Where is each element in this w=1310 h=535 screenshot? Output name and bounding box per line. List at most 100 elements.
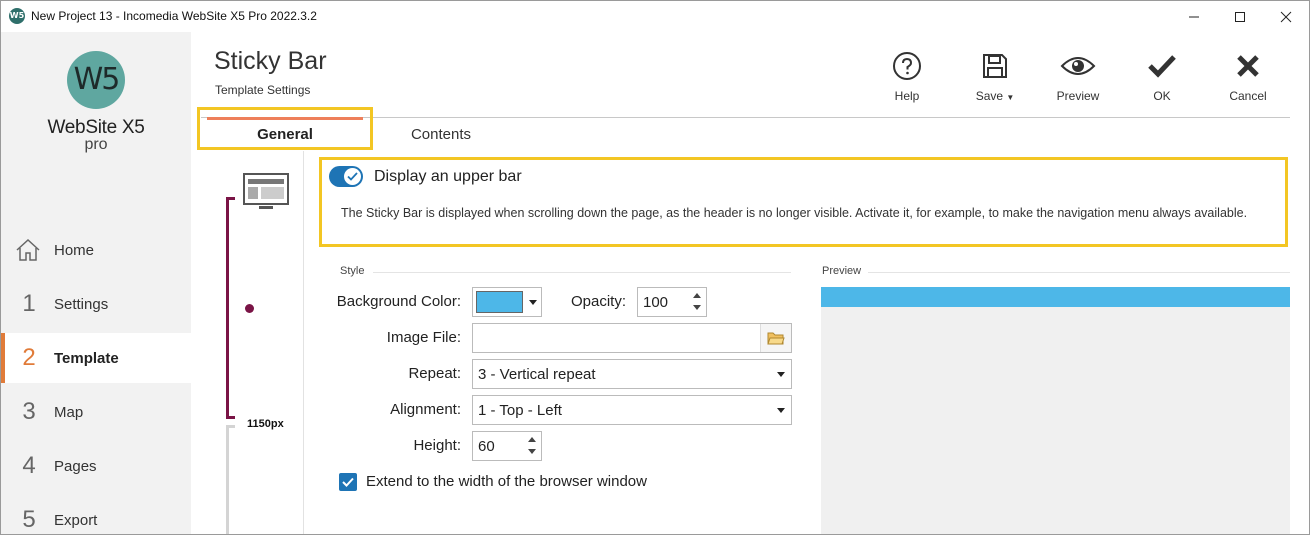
sidebar-item-label: Settings xyxy=(54,295,109,313)
sticky-bar-description: The Sticky Bar is displayed when scrolli… xyxy=(341,206,1248,220)
alignment-value: 1 - Top - Left xyxy=(478,402,562,419)
bracket-top xyxy=(226,197,235,200)
toggle-knob xyxy=(344,168,361,185)
sidebar-item-map[interactable]: 3 Map xyxy=(1,387,191,437)
grey-line xyxy=(226,425,229,534)
logo-sub: pro xyxy=(84,136,108,153)
checkmark-icon xyxy=(1148,55,1176,78)
chevron-down-icon xyxy=(529,300,537,305)
repeat-select[interactable]: 3 - Vertical repeat xyxy=(472,359,792,389)
save-button[interactable]: Save ▼ xyxy=(959,49,1031,109)
height-label: Height: xyxy=(413,437,461,454)
chevron-down-icon xyxy=(777,408,785,413)
website-x5-logo: W5 xyxy=(67,51,125,109)
home-icon xyxy=(16,238,40,261)
height-value: 60 xyxy=(478,438,495,455)
check-icon xyxy=(342,477,354,487)
height-spinner[interactable]: 60 xyxy=(472,431,542,461)
ok-label: OK xyxy=(1153,89,1171,103)
grey-line-top xyxy=(226,425,235,428)
sidebar-item-label: Home xyxy=(54,241,95,259)
sidebar-item-number: 5 xyxy=(22,506,36,533)
page-title: Sticky Bar xyxy=(214,47,327,75)
browse-file-button[interactable] xyxy=(760,324,791,352)
preview-area xyxy=(821,287,1290,534)
extend-width-checkbox[interactable] xyxy=(339,473,357,491)
repeat-value: 3 - Vertical repeat xyxy=(478,366,596,383)
save-label: Save ▼ xyxy=(975,89,1015,103)
ok-button[interactable]: OK xyxy=(1126,49,1198,109)
repeat-label: Repeat: xyxy=(408,365,461,382)
sidebar-item-number: 2 xyxy=(22,344,36,371)
close-icon xyxy=(1280,11,1292,22)
toggle-label: Display an upper bar xyxy=(374,168,522,185)
style-section-label: Style xyxy=(340,265,365,277)
chevron-down-icon xyxy=(777,372,785,377)
width-label: 1150px xyxy=(247,418,284,430)
help-button[interactable]: Help xyxy=(871,49,943,109)
arrow-up-icon xyxy=(528,437,536,442)
chevron-down-icon: ▼ xyxy=(1006,93,1015,102)
sidebar: W5 WebSite X5 pro Home 1 Settings 2 Temp… xyxy=(1,32,191,534)
app-logo-icon: W5 xyxy=(9,8,25,24)
page-subtitle: Template Settings xyxy=(215,83,311,97)
x-icon xyxy=(1237,55,1259,77)
spinner-arrows[interactable] xyxy=(525,434,539,458)
cancel-label: Cancel xyxy=(1229,89,1267,103)
title-bar: W5 New Project 13 - Incomedia WebSite X5… xyxy=(1,1,1309,32)
cancel-button[interactable]: Cancel xyxy=(1212,49,1284,109)
help-icon xyxy=(893,52,921,80)
alignment-label: Alignment: xyxy=(390,401,461,418)
color-swatch xyxy=(476,291,523,313)
background-color-picker[interactable] xyxy=(472,287,542,317)
folder-icon xyxy=(767,332,785,345)
preview-section-divider xyxy=(868,272,1290,273)
maximize-icon xyxy=(1235,11,1245,22)
sidebar-item-label: Pages xyxy=(54,457,97,475)
preview-section-label: Preview xyxy=(822,265,862,277)
arrow-down-icon xyxy=(693,305,701,310)
arrow-down-icon xyxy=(528,449,536,454)
sidebar-item-label: Template xyxy=(54,349,119,367)
bracket-line xyxy=(226,197,229,419)
sidebar-item-export[interactable]: 5 Export xyxy=(1,495,191,534)
spinner-arrows[interactable] xyxy=(690,290,704,314)
sidebar-item-number: 4 xyxy=(22,452,36,479)
extend-width-label: Extend to the width of the browser windo… xyxy=(366,473,647,490)
app-window: W5 New Project 13 - Incomedia WebSite X5… xyxy=(0,0,1310,535)
sidebar-item-settings[interactable]: 1 Settings xyxy=(1,279,191,329)
maximize-button[interactable] xyxy=(1217,1,1263,32)
alignment-select[interactable]: 1 - Top - Left xyxy=(472,395,792,425)
image-file-input[interactable] xyxy=(472,323,792,353)
style-section-divider xyxy=(373,272,791,273)
sidebar-item-number: 3 xyxy=(22,398,36,425)
tab-contents[interactable]: Contents xyxy=(371,117,511,151)
sidebar-item-pages[interactable]: 4 Pages xyxy=(1,441,191,491)
minimize-icon xyxy=(1189,16,1199,17)
preview-label: Preview xyxy=(1056,89,1100,103)
preview-sticky-bar xyxy=(821,287,1290,307)
preview-button[interactable]: Preview xyxy=(1042,49,1114,109)
save-icon xyxy=(983,54,1007,78)
display-upper-bar-toggle[interactable] xyxy=(329,166,363,187)
sidebar-item-home[interactable]: Home xyxy=(1,225,191,275)
window-title: New Project 13 - Incomedia WebSite X5 Pr… xyxy=(31,9,317,23)
opacity-label: Opacity: xyxy=(570,293,626,310)
background-color-label: Background Color: xyxy=(336,293,461,310)
tab-general[interactable]: General xyxy=(199,117,371,151)
opacity-value: 100 xyxy=(643,294,669,311)
eye-icon xyxy=(1060,57,1096,75)
bracket-bottom xyxy=(226,416,235,419)
sidebar-item-number: 1 xyxy=(22,290,36,317)
bracket-handle[interactable] xyxy=(245,304,254,313)
close-window-button[interactable] xyxy=(1263,1,1309,32)
minimize-button[interactable] xyxy=(1171,1,1217,32)
opacity-spinner[interactable]: 100 xyxy=(637,287,707,317)
arrow-up-icon xyxy=(693,293,701,298)
sidebar-item-label: Export xyxy=(54,511,98,529)
check-icon xyxy=(347,172,358,181)
sidebar-item-label: Map xyxy=(54,403,84,421)
desktop-monitor-icon[interactable] xyxy=(243,173,289,211)
image-file-label: Image File: xyxy=(386,329,461,346)
sidebar-item-template[interactable]: 2 Template xyxy=(1,333,191,383)
